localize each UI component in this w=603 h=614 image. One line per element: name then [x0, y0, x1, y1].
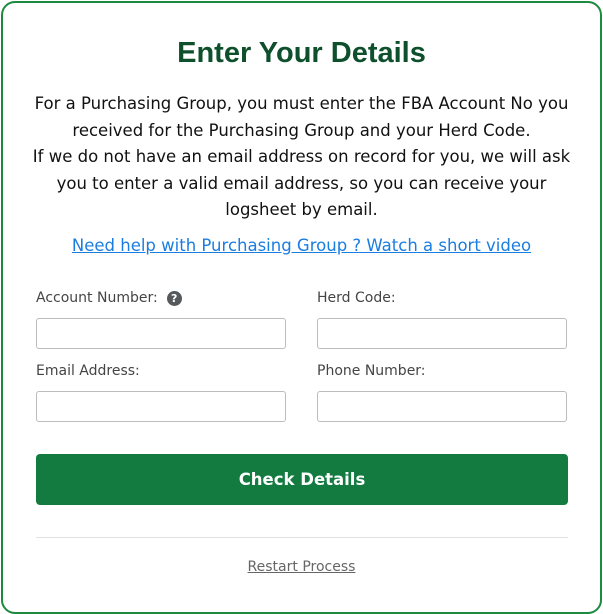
phone-number-label-text: Phone Number:	[317, 363, 426, 379]
account-number-input[interactable]	[36, 318, 286, 349]
intro-paragraph-email: If we do not have an email address on re…	[32, 147, 571, 220]
account-number-label-text: Account Number:	[36, 290, 158, 306]
herd-code-label-text: Herd Code:	[317, 290, 396, 306]
account-number-label: Account Number: ?	[36, 290, 182, 306]
question-circle-icon[interactable]: ?	[166, 290, 182, 306]
phone-number-label: Phone Number:	[317, 363, 426, 379]
help-video-link[interactable]: Need help with Purchasing Group ? Watch …	[0, 236, 603, 255]
divider	[36, 537, 568, 538]
restart-process-link[interactable]: Restart Process	[0, 559, 603, 575]
herd-code-input[interactable]	[317, 318, 567, 349]
details-card: Enter Your Details For a Purchasing Grou…	[1, 1, 602, 614]
email-address-input[interactable]	[36, 391, 286, 422]
email-address-label-text: Email Address:	[36, 363, 140, 379]
herd-code-label: Herd Code:	[317, 290, 396, 306]
intro-paragraph-purchasing-group: For a Purchasing Group, you must enter t…	[34, 94, 569, 140]
phone-number-input[interactable]	[317, 391, 567, 422]
intro-text: For a Purchasing Group, you must enter t…	[29, 91, 574, 224]
email-address-label: Email Address:	[36, 363, 140, 379]
page-title: Enter Your Details	[177, 37, 426, 69]
check-details-button[interactable]: Check Details	[36, 454, 568, 505]
